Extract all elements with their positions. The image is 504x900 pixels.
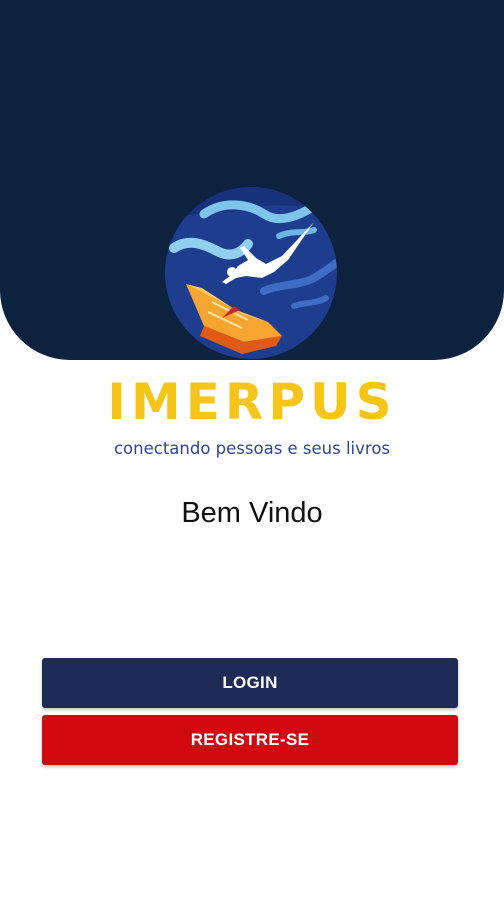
register-button[interactable]: REGISTRE-SE (42, 715, 458, 765)
brand-name: IMERPUS (107, 373, 397, 431)
brand-tagline: conectando pessoas e seus livros (113, 439, 391, 458)
globe-diver-book-logo-icon (165, 187, 337, 359)
login-button[interactable]: LOGIN (42, 658, 458, 708)
welcome-heading: Bem Vindo (181, 497, 323, 529)
welcome-screen: IMERPUS conectando pessoas e seus livros… (0, 0, 504, 900)
